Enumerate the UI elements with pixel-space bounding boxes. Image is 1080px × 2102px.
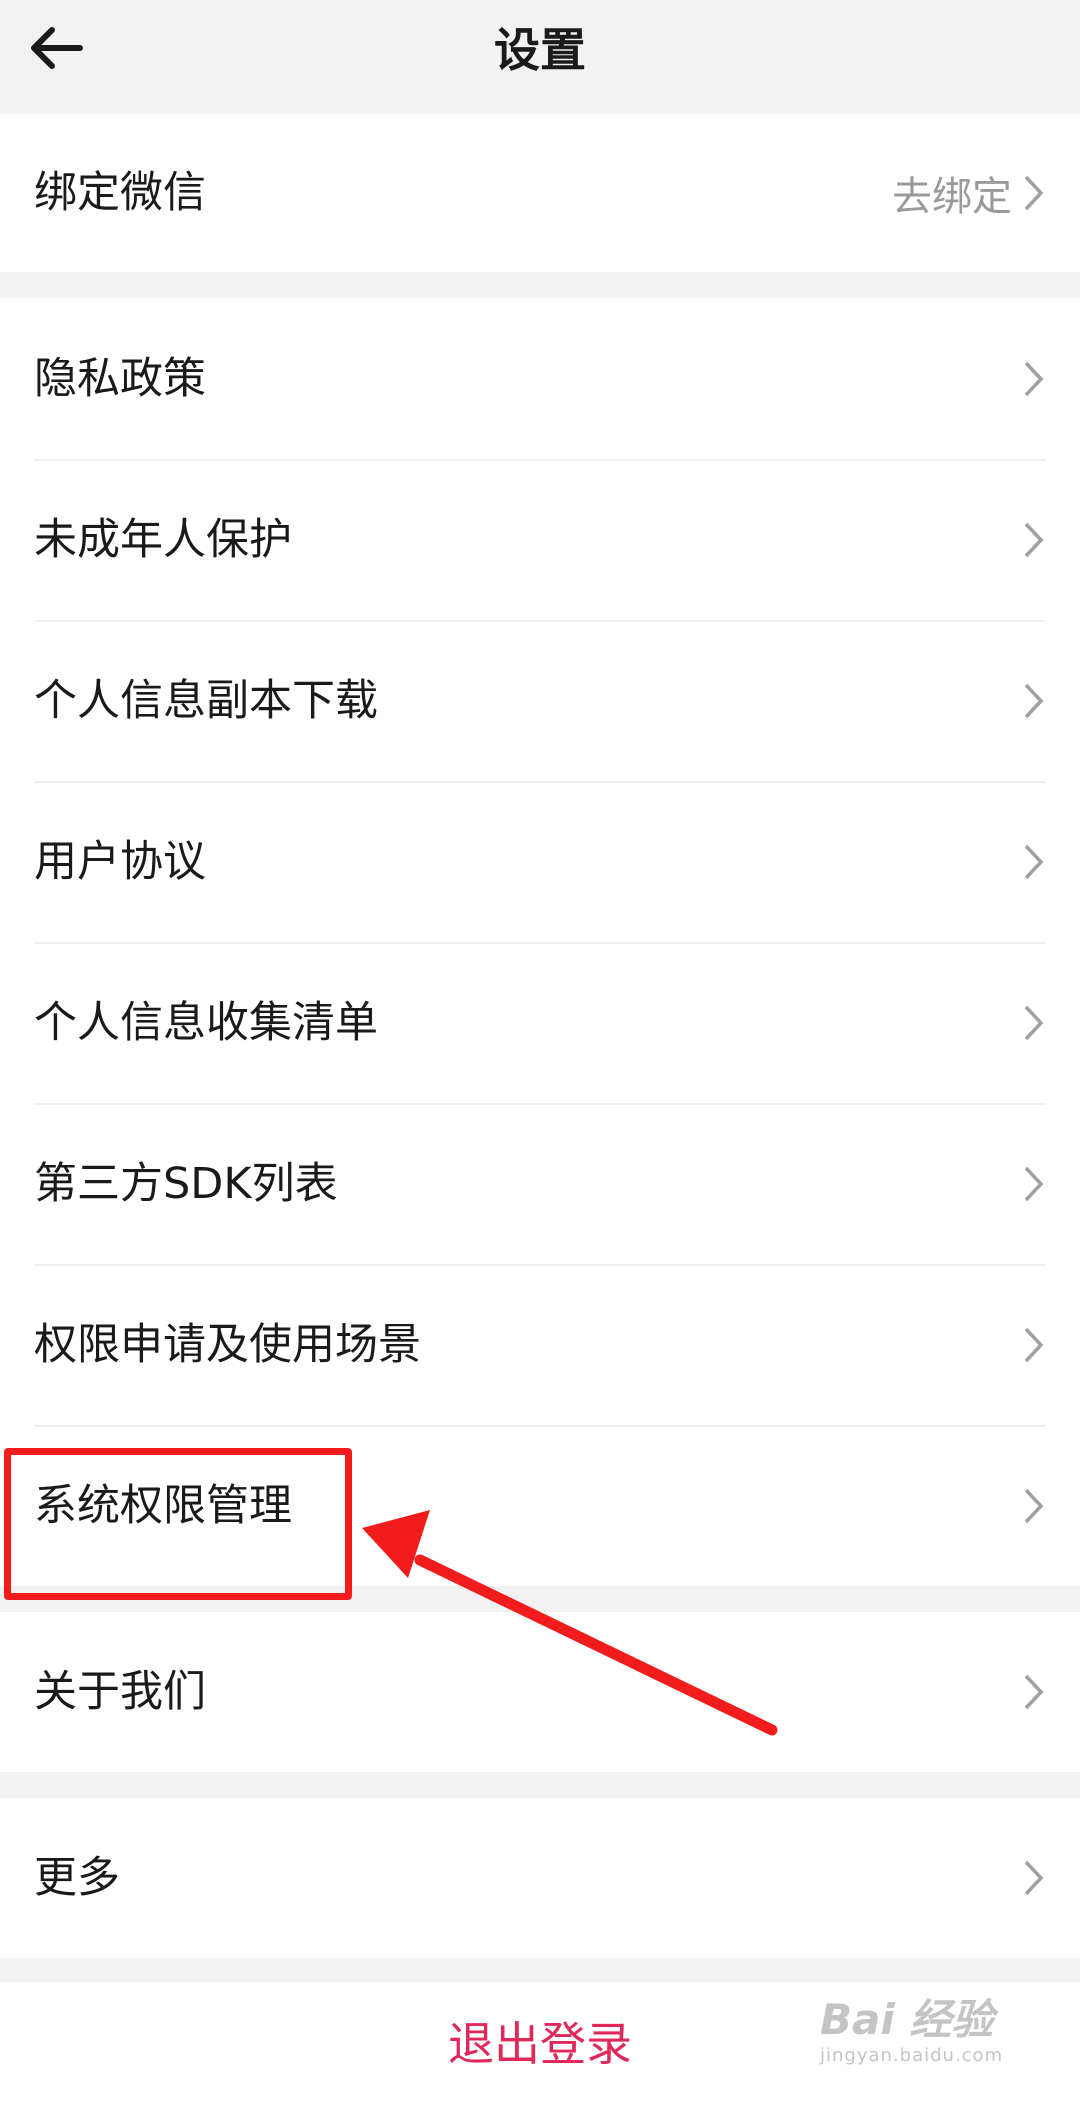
more-label: 更多 [34,1853,120,1903]
chevron-right-icon [1022,1164,1046,1204]
minor-protection-row[interactable]: 未成年人保护 [0,459,1080,620]
about-group: 关于我们 [0,1612,1080,1772]
user-agreement-label: 用户协议 [34,836,206,887]
settings-group: 隐私政策 未成年人保护 个人信息副本下载 用户协议 个人信息收集清单 第三方SD… [0,298,1080,1586]
chevron-right-icon [1022,1003,1046,1043]
info-collection-list-row[interactable]: 个人信息收集清单 [0,942,1080,1103]
more-group: 更多 [0,1798,1080,1958]
chevron-right-icon [1022,1858,1046,1898]
third-party-sdk-row[interactable]: 第三方SDK列表 [0,1103,1080,1264]
privacy-policy-label: 隐私政策 [34,353,206,404]
highlight-box [4,1448,352,1600]
chevron-right-icon [1022,1486,1046,1526]
wechat-group: 绑定微信 去绑定 [0,114,1080,272]
minor-protection-label: 未成年人保护 [34,514,292,565]
watermark: Bai 经验 jingyan.baidu.com [820,1995,1060,2085]
user-agreement-row[interactable]: 用户协议 [0,781,1080,942]
page-title: 设置 [494,23,586,77]
privacy-policy-row[interactable]: 隐私政策 [0,298,1080,459]
personal-info-copy-row[interactable]: 个人信息副本下载 [0,620,1080,781]
chevron-right-icon [1022,173,1046,213]
info-collection-list-label: 个人信息收集清单 [34,997,378,1048]
chevron-right-icon [1022,1672,1046,1712]
chevron-right-icon [1022,842,1046,882]
permission-scenarios-label: 权限申请及使用场景 [34,1319,421,1370]
top-bar: 设置 [0,0,1080,108]
permission-scenarios-row[interactable]: 权限申请及使用场景 [0,1264,1080,1425]
about-us-row[interactable]: 关于我们 [0,1612,1080,1772]
about-us-label: 关于我们 [34,1667,206,1717]
personal-info-copy-label: 个人信息副本下载 [34,675,378,726]
chevron-right-icon [1022,681,1046,721]
third-party-sdk-label: 第三方SDK列表 [34,1158,338,1209]
bind-wechat-row[interactable]: 绑定微信 去绑定 [0,114,1080,272]
more-row[interactable]: 更多 [0,1798,1080,1958]
watermark-logo: Bai 经验 [820,1995,994,2044]
chevron-right-icon [1022,1325,1046,1365]
bind-wechat-label: 绑定微信 [34,168,206,218]
watermark-url: jingyan.baidu.com [820,2045,1004,2066]
bind-wechat-value: 去绑定 [892,174,1012,220]
chevron-right-icon [1022,359,1046,399]
chevron-right-icon [1022,520,1046,560]
